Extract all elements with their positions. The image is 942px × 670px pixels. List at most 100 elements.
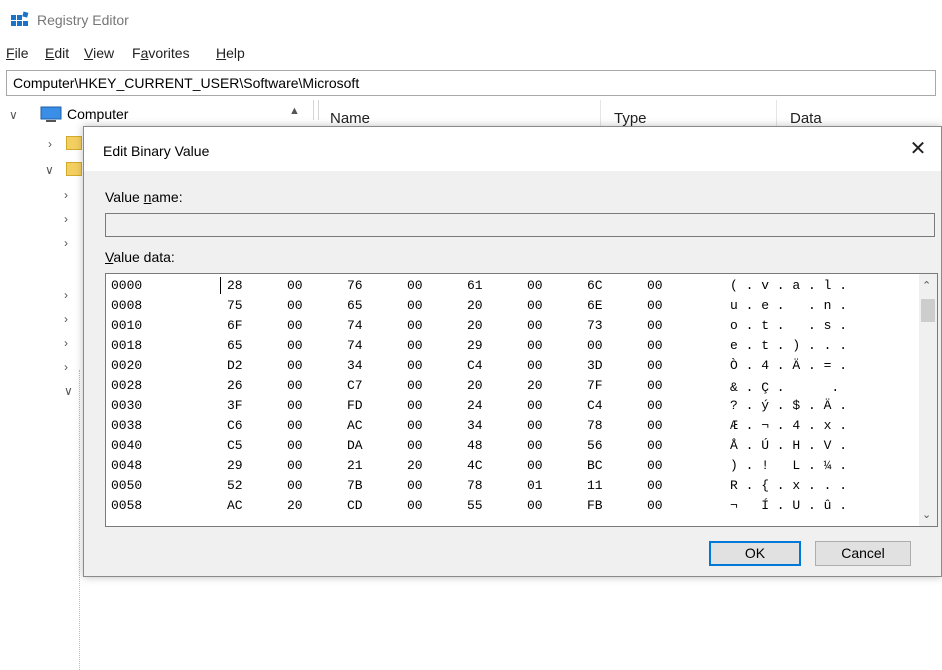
hex-byte[interactable]: 00 <box>407 298 423 313</box>
hex-byte[interactable]: 00 <box>407 498 423 513</box>
hex-byte[interactable]: 00 <box>287 458 303 473</box>
chevron-right-icon[interactable]: › <box>64 336 68 350</box>
hex-byte[interactable]: 29 <box>227 458 243 473</box>
column-header-data[interactable]: Data <box>790 110 822 127</box>
hex-byte[interactable]: 01 <box>527 478 543 493</box>
ascii-column[interactable]: R . { . x . . . <box>730 478 847 493</box>
hex-byte[interactable]: 65 <box>227 338 243 353</box>
hex-byte[interactable]: 00 <box>527 398 543 413</box>
hex-byte[interactable]: 00 <box>647 418 663 433</box>
column-separator[interactable] <box>600 100 601 128</box>
scroll-down-icon[interactable]: ⌄ <box>922 508 931 521</box>
ascii-column[interactable]: Æ . ¬ . 4 . x . <box>730 418 847 433</box>
hex-byte[interactable]: 00 <box>407 318 423 333</box>
hex-byte[interactable]: CD <box>347 498 363 513</box>
hex-byte[interactable]: 52 <box>227 478 243 493</box>
chevron-down-icon[interactable]: ∨ <box>9 108 18 122</box>
chevron-right-icon[interactable]: › <box>64 236 68 250</box>
hex-byte[interactable]: 3F <box>227 398 243 413</box>
hex-byte[interactable]: 61 <box>467 278 483 293</box>
hex-byte[interactable]: 00 <box>647 318 663 333</box>
hex-byte[interactable]: 34 <box>467 418 483 433</box>
hex-byte[interactable]: 29 <box>467 338 483 353</box>
hex-byte[interactable]: 00 <box>527 418 543 433</box>
hex-byte[interactable]: 73 <box>587 318 603 333</box>
hex-byte[interactable]: 20 <box>467 378 483 393</box>
hex-byte[interactable]: 00 <box>647 378 663 393</box>
hex-byte[interactable]: 4C <box>467 458 483 473</box>
hex-byte[interactable]: 00 <box>647 398 663 413</box>
ascii-column[interactable]: e . t . ) . . . <box>730 338 847 353</box>
ascii-column[interactable]: u . e . . n . <box>730 298 847 313</box>
hex-byte[interactable]: 00 <box>407 398 423 413</box>
hex-byte[interactable]: 24 <box>467 398 483 413</box>
hex-byte[interactable]: 00 <box>527 298 543 313</box>
hex-byte[interactable]: 00 <box>287 478 303 493</box>
hex-byte[interactable]: FD <box>347 398 363 413</box>
hex-byte[interactable]: DA <box>347 438 363 453</box>
hex-byte[interactable]: 00 <box>287 278 303 293</box>
cancel-button[interactable]: Cancel <box>815 541 911 566</box>
chevron-down-icon[interactable]: ∨ <box>64 384 73 398</box>
chevron-right-icon[interactable]: › <box>48 137 52 151</box>
chevron-right-icon[interactable]: › <box>64 188 68 202</box>
hex-byte[interactable]: 3D <box>587 358 603 373</box>
hex-byte[interactable]: 76 <box>347 278 363 293</box>
hex-byte[interactable]: 00 <box>527 278 543 293</box>
hex-byte[interactable]: 34 <box>347 358 363 373</box>
hex-byte[interactable]: 00 <box>287 418 303 433</box>
hex-byte[interactable]: 65 <box>347 298 363 313</box>
hex-byte[interactable]: 74 <box>347 338 363 353</box>
hex-byte[interactable]: 00 <box>407 418 423 433</box>
column-header-name[interactable]: Name <box>330 110 370 127</box>
hex-byte[interactable]: 00 <box>527 438 543 453</box>
close-icon[interactable]: ✕ <box>895 127 941 171</box>
hex-byte[interactable]: 20 <box>407 458 423 473</box>
ok-button[interactable]: OK <box>709 541 801 566</box>
vertical-scrollbar[interactable]: ⌃ ⌄ <box>919 274 937 526</box>
hex-byte[interactable]: 20 <box>527 378 543 393</box>
address-bar[interactable]: Computer\HKEY_CURRENT_USER\Software\Micr… <box>6 70 936 96</box>
hex-byte[interactable]: 00 <box>647 478 663 493</box>
hex-byte[interactable]: 00 <box>587 338 603 353</box>
ascii-column[interactable]: ) . ! L . ¼ . <box>730 458 847 473</box>
scroll-thumb[interactable] <box>921 299 935 322</box>
hex-editor[interactable]: 0000 28 00 76 00 61 00 6C 00( . v . a . l . 0008 7… <box>105 273 938 527</box>
hex-byte[interactable]: 55 <box>467 498 483 513</box>
hex-byte[interactable]: 00 <box>407 338 423 353</box>
hex-byte[interactable]: 74 <box>347 318 363 333</box>
hex-byte[interactable]: 48 <box>467 438 483 453</box>
hex-byte[interactable]: 00 <box>527 358 543 373</box>
ascii-column[interactable]: ¬ Í . U . û . <box>730 498 847 513</box>
scroll-up-icon[interactable]: ⌃ <box>922 279 931 292</box>
value-name-field[interactable] <box>105 213 935 237</box>
menu-view[interactable]: View <box>84 45 114 61</box>
menu-edit[interactable]: Edit <box>45 45 69 61</box>
ascii-column[interactable]: ( . v . a . l . <box>730 278 847 293</box>
hex-byte[interactable]: C6 <box>227 418 243 433</box>
column-separator[interactable] <box>776 100 777 128</box>
hex-byte[interactable]: 00 <box>647 438 663 453</box>
tree-root-label[interactable]: Computer <box>67 106 128 122</box>
hex-byte[interactable]: 7F <box>587 378 603 393</box>
ascii-column[interactable]: o . t . . s . <box>730 318 847 333</box>
hex-byte[interactable]: 00 <box>527 338 543 353</box>
hex-byte[interactable]: C5 <box>227 438 243 453</box>
hex-byte[interactable]: C7 <box>347 378 363 393</box>
hex-byte[interactable]: 00 <box>287 438 303 453</box>
hex-byte[interactable]: 00 <box>287 398 303 413</box>
hex-byte[interactable]: 78 <box>587 418 603 433</box>
hex-byte[interactable]: 6F <box>227 318 243 333</box>
chevron-right-icon[interactable]: › <box>64 288 68 302</box>
hex-byte[interactable]: 6E <box>587 298 603 313</box>
hex-byte[interactable]: 00 <box>647 458 663 473</box>
hex-byte[interactable]: 7B <box>347 478 363 493</box>
hex-byte[interactable]: BC <box>587 458 603 473</box>
hex-byte[interactable]: 20 <box>467 298 483 313</box>
hex-byte[interactable]: 00 <box>527 318 543 333</box>
hex-byte[interactable]: 00 <box>287 338 303 353</box>
ascii-column[interactable]: Ò . 4 . Ä . = . <box>730 358 847 373</box>
menu-file[interactable]: File <box>6 45 29 61</box>
hex-byte[interactable]: 00 <box>647 498 663 513</box>
hex-byte[interactable]: C4 <box>587 398 603 413</box>
